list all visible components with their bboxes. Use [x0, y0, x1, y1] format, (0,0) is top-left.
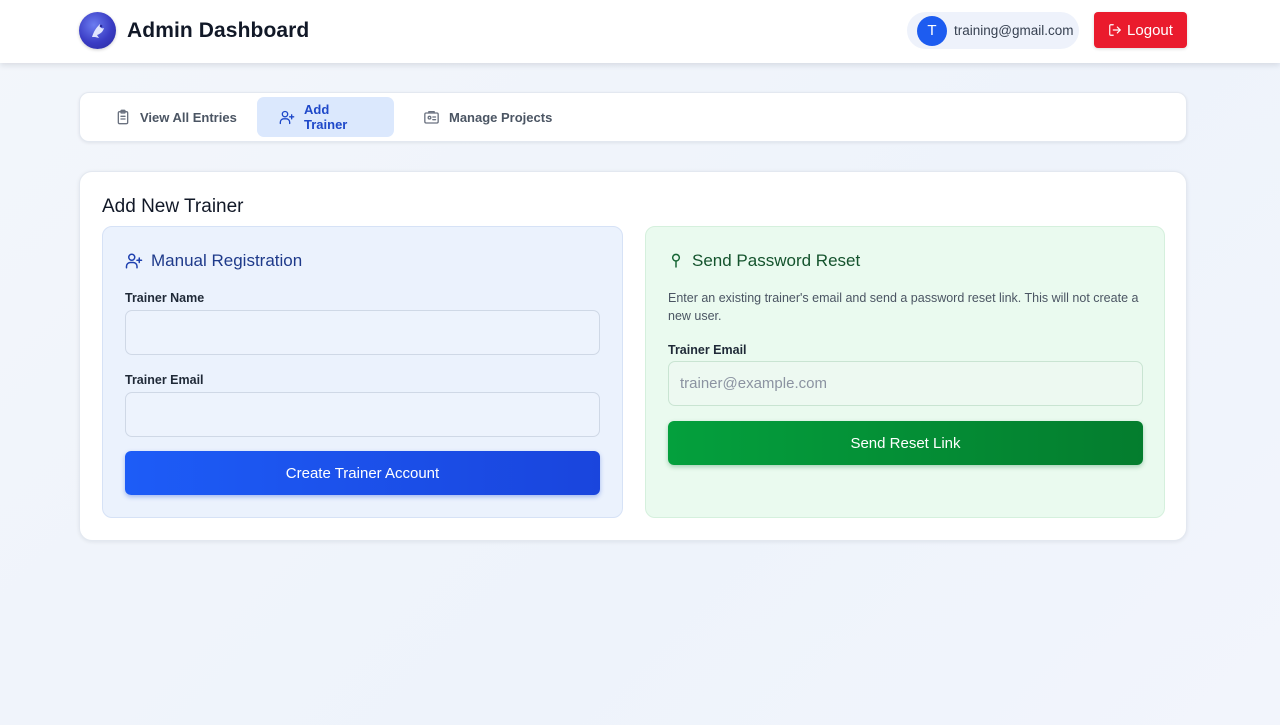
user-badge[interactable]: T training@gmail.com	[907, 12, 1079, 49]
avatar: T	[917, 15, 947, 46]
app-logo	[79, 12, 116, 49]
tab-label: Add Trainer	[304, 102, 348, 132]
password-reset-heading: Send Password Reset	[668, 251, 860, 271]
key-icon	[671, 253, 681, 268]
tab-bar: View All Entries Add Trainer Manage Proj…	[79, 92, 1187, 142]
panel-heading-label: Manual Registration	[151, 251, 303, 270]
tab-label: Manage Projects	[449, 109, 553, 125]
user-email: training@gmail.com	[954, 23, 1074, 38]
reset-email-label: Trainer Email	[668, 343, 747, 357]
tab-add-trainer[interactable]: Add Trainer	[257, 97, 394, 137]
section-title: Add New Trainer	[102, 196, 244, 217]
user-plus-icon	[279, 110, 295, 124]
trainer-email-label: Trainer Email	[125, 373, 204, 387]
manual-registration-panel: Manual Registration Trainer Name Trainer…	[102, 226, 623, 518]
logout-label: Logout	[1127, 21, 1173, 39]
trainer-name-input[interactable]	[125, 310, 600, 355]
page-title: Admin Dashboard	[127, 18, 310, 42]
id-card-icon	[424, 111, 439, 124]
brand: Admin Dashboard	[79, 12, 309, 49]
panel-heading-label: Send Password Reset	[692, 251, 861, 270]
user-plus-icon	[125, 253, 143, 269]
manual-registration-heading: Manual Registration	[125, 251, 302, 271]
password-reset-panel: Send Password Reset Enter an existing tr…	[645, 226, 1165, 518]
reset-email-input[interactable]	[668, 361, 1143, 406]
create-trainer-account-button[interactable]: Create Trainer Account	[125, 451, 600, 495]
logout-button[interactable]: Logout	[1094, 12, 1187, 48]
reset-description: Enter an existing trainer's email and se…	[668, 291, 1139, 323]
send-reset-link-button[interactable]: Send Reset Link	[668, 421, 1143, 465]
clipboard-icon	[117, 109, 129, 125]
top-header: Admin Dashboard T training@gmail.com Log…	[0, 0, 1280, 63]
add-trainer-card: Add New Trainer Manual Registration Trai…	[79, 171, 1187, 541]
tab-label: View All Entries	[140, 109, 237, 125]
tab-view-all-entries[interactable]: View All Entries	[93, 97, 259, 137]
trainer-email-input[interactable]	[125, 392, 600, 437]
logout-icon	[1109, 24, 1121, 36]
trainer-name-label: Trainer Name	[125, 291, 205, 305]
tab-manage-projects[interactable]: Manage Projects	[401, 97, 574, 137]
